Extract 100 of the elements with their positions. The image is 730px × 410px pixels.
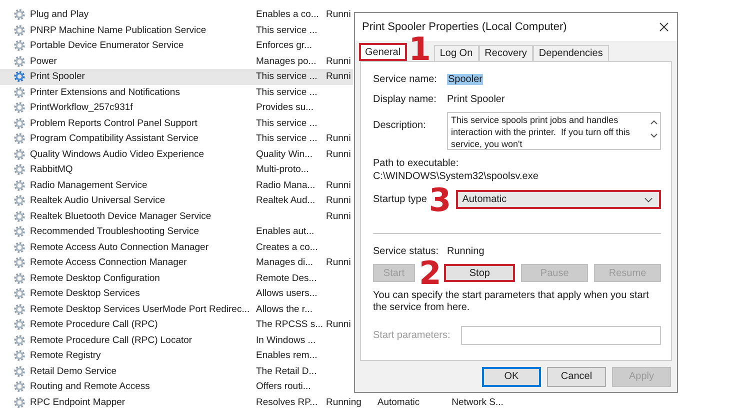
service-row[interactable]: Remote Access Auto Connection Manager Creates a co... — [0, 240, 328, 255]
service-description: The RPCSS s... — [256, 319, 324, 330]
service-description: Manages po... — [256, 56, 318, 67]
gear-icon — [13, 86, 26, 99]
service-name: Quality Windows Audio Video Experience — [29, 148, 206, 160]
field-label: Start parameters: — [373, 330, 452, 341]
service-status: Runni — [326, 319, 351, 330]
service-name: RabbitMQ — [29, 164, 74, 176]
service-description: Enforces gr... — [256, 40, 313, 52]
dialog-button[interactable]: Cancel — [547, 366, 606, 386]
gear-icon — [13, 302, 26, 316]
service-description: Quality Win... — [256, 148, 314, 160]
field-label: Service name: — [373, 74, 438, 84]
service-name: Program Compatibility Assistant Service — [29, 133, 200, 144]
display-name-value: Print Spooler — [447, 94, 505, 104]
gear-icon — [13, 318, 26, 332]
scroll-arrows-icon — [650, 118, 658, 140]
gear-icon — [13, 132, 26, 146]
service-name: Printer Extensions and Notifications — [29, 86, 181, 98]
startup-type: Automatic — [376, 396, 420, 408]
service-row[interactable]: RPC Endpoint Mapper Resolves RP... Running Automatic Network S... — [0, 394, 506, 410]
service-description: Allows the r... — [256, 304, 314, 315]
service-name: Realtek Bluetooth Device Manager Service — [29, 210, 212, 222]
service-row[interactable]: Remote Procedure Call (RPC) Locator In Windows ... — [0, 332, 328, 348]
service-status: Runni — [326, 257, 351, 268]
field-label: Description: — [373, 119, 427, 131]
service-name: Remote Access Auto Connection Manager — [29, 242, 210, 253]
service-row[interactable]: Remote Desktop Services UserMode Port Redirec... Allows the r... — [0, 302, 328, 317]
field-label: Startup type — [373, 194, 427, 205]
gear-icon — [13, 24, 26, 37]
service-row[interactable]: Remote Access Connection Manager Manages di... Runni — [0, 255, 353, 270]
service-row[interactable]: Realtek Bluetooth Device Manager Service Runni — [0, 208, 353, 224]
service-name: Remote Procedure Call (RPC) Locator — [29, 334, 194, 346]
gear-icon — [13, 334, 26, 347]
service-button[interactable]: Stop — [444, 264, 516, 282]
gear-icon — [13, 287, 26, 300]
service-name: Plug and Play — [29, 9, 90, 20]
close-icon[interactable] — [659, 22, 669, 32]
service-description: Offers routi... — [256, 381, 312, 392]
step-number: 3 — [428, 186, 452, 214]
service-description: Resolves RP... — [256, 396, 319, 408]
service-description: Multi-proto... — [256, 164, 310, 176]
field-label: Display name: — [373, 94, 438, 104]
service-row[interactable]: Power Manages po... Runni — [0, 54, 353, 69]
service-description: This service ... — [256, 86, 318, 98]
service-name: Print Spooler — [29, 71, 86, 82]
service-row[interactable]: Remote Registry Enables rem... — [0, 348, 328, 364]
service-description: Provides su... — [256, 102, 315, 114]
gear-icon — [13, 101, 26, 114]
service-row[interactable]: Program Compatibility Assistant Service This service ... Runni — [0, 131, 353, 146]
service-name: Radio Management Service — [29, 180, 148, 191]
gear-icon — [13, 396, 26, 409]
tab[interactable]: General — [359, 43, 407, 61]
gear-icon — [13, 272, 26, 285]
service-status: Runni — [326, 148, 351, 160]
service-row[interactable]: RabbitMQ Multi-proto... — [0, 162, 328, 178]
service-name: PrintWorkflow_257c931f — [29, 102, 134, 114]
service-row[interactable]: Plug and Play Enables a co... Runni — [0, 7, 353, 22]
service-name: Remote Desktop Services UserMode Port Redirec... — [29, 304, 251, 315]
tab[interactable]: Dependencies — [532, 45, 609, 61]
service-name: Power — [29, 56, 58, 67]
service-row[interactable]: Remote Desktop Services Allows users... — [0, 286, 328, 302]
service-description: Allows users... — [256, 288, 318, 300]
service-status-value: Running — [447, 246, 484, 256]
gear-icon — [13, 163, 26, 176]
caret-icon — [644, 196, 653, 202]
gear-icon — [13, 116, 26, 130]
service-row[interactable]: Quality Windows Audio Video Experience Quality Win... Runni — [0, 146, 353, 162]
gear-icon — [13, 256, 26, 270]
service-description: This service ... — [256, 118, 318, 129]
service-name: Recommended Troubleshooting Service — [29, 226, 200, 238]
service-row[interactable]: Remote Desktop Configuration Remote Des... — [0, 270, 328, 286]
service-row[interactable]: Remote Procedure Call (RPC) The RPCSS s... Runni — [0, 317, 353, 332]
service-description: Creates a co... — [256, 242, 319, 253]
service-row[interactable]: Realtek Audio Universal Service Realtek Aud... Runni — [0, 193, 353, 208]
service-name: Remote Registry — [29, 350, 102, 362]
service-name: Retail Demo Service — [29, 366, 118, 377]
service-row[interactable]: Problem Reports Control Panel Support This service ... — [0, 116, 328, 131]
service-name: RPC Endpoint Mapper — [29, 396, 126, 408]
tab[interactable]: Recovery — [478, 45, 533, 61]
service-status: Runni — [326, 71, 351, 82]
gear-icon — [13, 54, 26, 68]
window-title: Print Spooler Properties (Local Computer) — [362, 21, 567, 33]
service-row[interactable]: Routing and Remote Access Offers routi... — [0, 379, 328, 394]
service-row[interactable]: Portable Device Enumerator Service Enforces gr... — [0, 38, 328, 54]
service-description: Realtek Aud... — [256, 195, 316, 206]
service-row[interactable]: Printer Extensions and Notifications This service ... — [0, 84, 328, 100]
service-row[interactable]: Recommended Troubleshooting Service Enables aut... — [0, 224, 328, 240]
service-row[interactable]: Print Spooler This service ... Runni — [0, 69, 353, 84]
service-name: Routing and Remote Access — [29, 381, 151, 392]
gear-icon — [13, 240, 26, 254]
service-row[interactable]: Radio Management Service Radio Mana... Runni — [0, 178, 353, 193]
service-row[interactable]: PNRP Machine Name Publication Service This service ... — [0, 22, 328, 38]
service-row[interactable]: PrintWorkflow_257c931f Provides su... — [0, 100, 328, 116]
description-field[interactable]: This service spools print jobs and handles interaction with the printer. If you turn off this service, you won't — [447, 112, 661, 150]
startup-type-dropdown[interactable]: Automatic — [456, 190, 661, 209]
dialog-button[interactable]: OK — [482, 366, 541, 386]
service-row[interactable]: Retail Demo Service The Retail D... — [0, 364, 328, 379]
tab[interactable]: Log On — [434, 45, 479, 61]
gear-icon — [13, 349, 26, 362]
